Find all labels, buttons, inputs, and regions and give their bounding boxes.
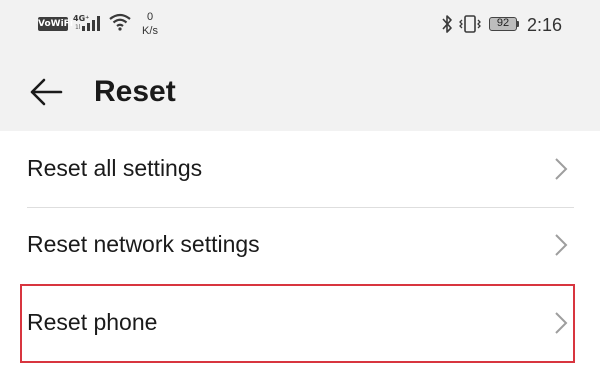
vowifi-badge: VoWiFi	[38, 17, 73, 31]
highlight-box	[20, 284, 575, 363]
settings-item-reset-network-settings[interactable]: Reset network settings	[0, 207, 600, 283]
page-title: Reset	[94, 75, 176, 108]
settings-item-label: Reset network settings	[27, 231, 260, 257]
app-header: VoWiFi 4G⁺ 1l 0 K/s 92 2:16 Reset	[0, 0, 600, 131]
chevron-right-icon	[555, 234, 568, 256]
vibrate-icon	[459, 15, 481, 33]
bluetooth-icon	[442, 15, 452, 33]
battery-icon: 92	[489, 17, 517, 31]
chevron-right-icon	[555, 158, 568, 180]
speed-value: 0	[146, 11, 154, 23]
back-arrow-icon[interactable]	[28, 74, 64, 110]
speed-unit: K/s	[142, 25, 158, 37]
settings-item-reset-all-settings[interactable]: Reset all settings	[0, 131, 600, 207]
settings-item-label: Reset all settings	[27, 155, 203, 181]
status-time: 2:16	[527, 15, 563, 35]
status-bar: VoWiFi 4G⁺ 1l 0 K/s 92 2:16	[0, 0, 600, 48]
battery-cap	[517, 21, 519, 27]
data-speed: 0 K/s	[138, 10, 162, 38]
wifi-icon	[109, 13, 131, 31]
signal-icon	[82, 16, 100, 31]
